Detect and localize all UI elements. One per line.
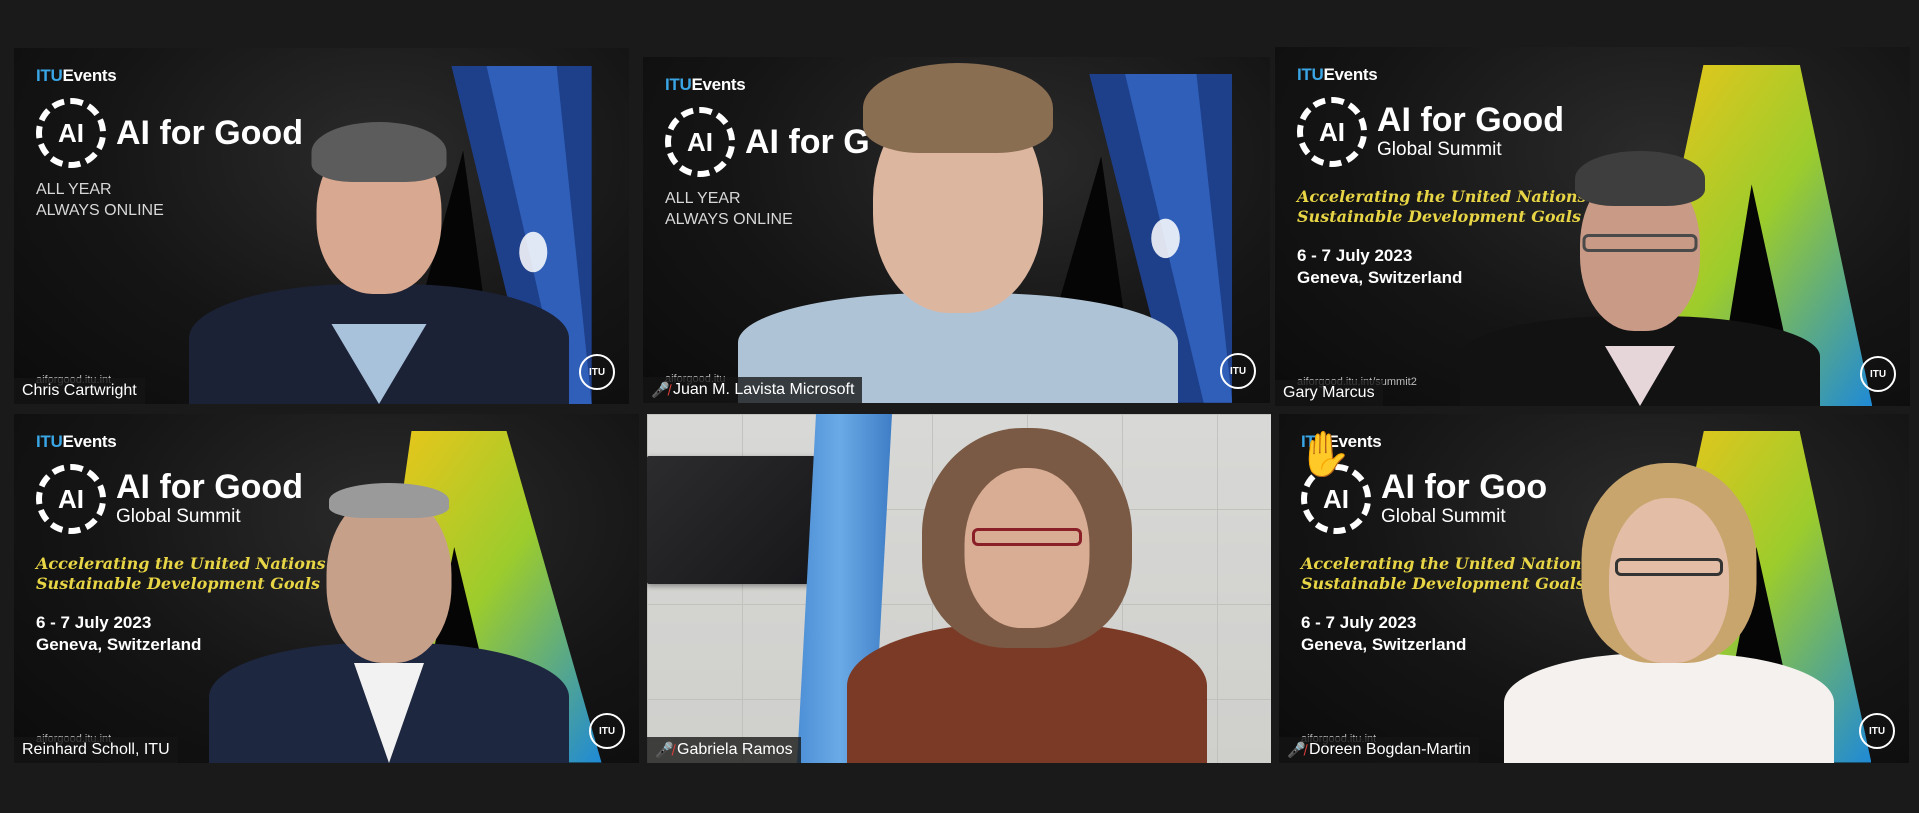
- raised-hand-icon: ✋: [1297, 430, 1352, 479]
- ai-badge-icon: AI: [1297, 97, 1367, 167]
- participant-name-label: 🎤̸ Gabriela Ramos: [647, 737, 801, 763]
- wall-tv: [647, 456, 815, 584]
- ai-badge-icon: AI: [36, 98, 106, 168]
- participant-video: [189, 114, 569, 404]
- itu-logo-icon: ITU: [1860, 356, 1896, 392]
- video-tile-chris-cartwright[interactable]: ITUEvents AI AI for Good ALL YEAR ALWAYS…: [14, 48, 629, 404]
- participant-name-label: 🎤̸ Doreen Bogdan-Martin: [1279, 737, 1479, 763]
- video-tile-juan-lavista[interactable]: ITUEvents AI AI for G ALL YEAR ALWAYS ON…: [643, 57, 1270, 403]
- video-tile-gary-marcus[interactable]: ITUEvents AI AI for Good Global Summit A…: [1275, 47, 1910, 406]
- video-tile-doreen-bogdan-martin[interactable]: ITUEvents AI AI for Goo Global Summit Ac…: [1279, 414, 1909, 763]
- participant-name: Gabriela Ramos: [677, 741, 793, 758]
- participant-name: Gary Marcus: [1283, 384, 1375, 401]
- participant-video: [1460, 146, 1820, 406]
- video-tile-reinhard-scholl[interactable]: ITUEvents AI AI for Good Global Summit A…: [14, 414, 639, 763]
- itu-logo-icon: ITU: [1220, 353, 1256, 389]
- itu-events-logo: ITUEvents: [36, 66, 117, 85]
- ai-badge-icon: AI: [36, 464, 106, 534]
- participant-video: [738, 63, 1178, 403]
- participant-name: Chris Cartwright: [22, 382, 137, 399]
- participant-name: Doreen Bogdan-Martin: [1309, 741, 1471, 758]
- participant-name: Juan M. Lavista Microsoft: [673, 381, 855, 398]
- event-title: AI for Good: [1377, 101, 1564, 139]
- participant-name-label: 🎤̸ Juan M. Lavista Microsoft: [643, 377, 863, 403]
- mic-off-icon: 🎤̸: [651, 382, 670, 399]
- ai-badge-icon: AI: [665, 107, 735, 177]
- participant-video: [1504, 463, 1834, 763]
- participant-video: [847, 428, 1207, 763]
- itu-events-logo: ITUEvents: [1297, 65, 1378, 84]
- mic-off-icon: 🎤̸: [655, 742, 674, 759]
- video-tile-gabriela-ramos[interactable]: 🎤̸ Gabriela Ramos: [647, 414, 1271, 763]
- participant-name-label: Reinhard Scholl, ITU: [14, 737, 178, 763]
- itu-events-logo: ITUEvents: [36, 432, 117, 451]
- itu-logo-icon: ITU: [1859, 713, 1895, 749]
- participant-name-label: Chris Cartwright: [14, 378, 145, 404]
- itu-logo-icon: ITU: [579, 354, 615, 390]
- participant-name: Reinhard Scholl, ITU: [22, 741, 170, 758]
- itu-logo-icon: ITU: [589, 713, 625, 749]
- participant-name-label: Gary Marcus: [1275, 380, 1383, 406]
- mic-off-icon: 🎤̸: [1287, 742, 1306, 759]
- participant-video: [209, 483, 569, 763]
